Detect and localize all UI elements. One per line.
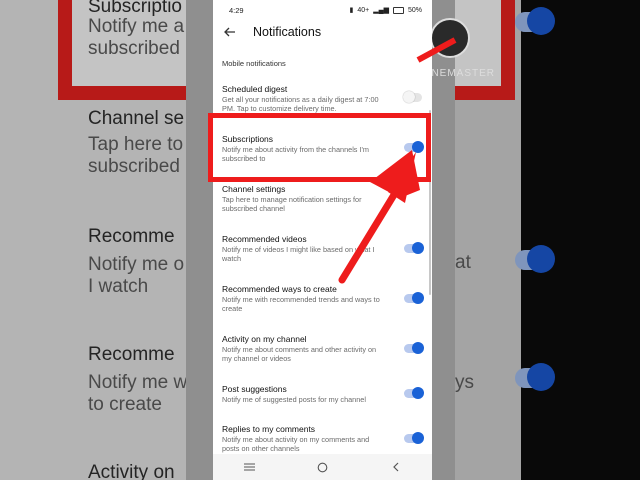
red-arrow-icon [338, 37, 457, 284]
